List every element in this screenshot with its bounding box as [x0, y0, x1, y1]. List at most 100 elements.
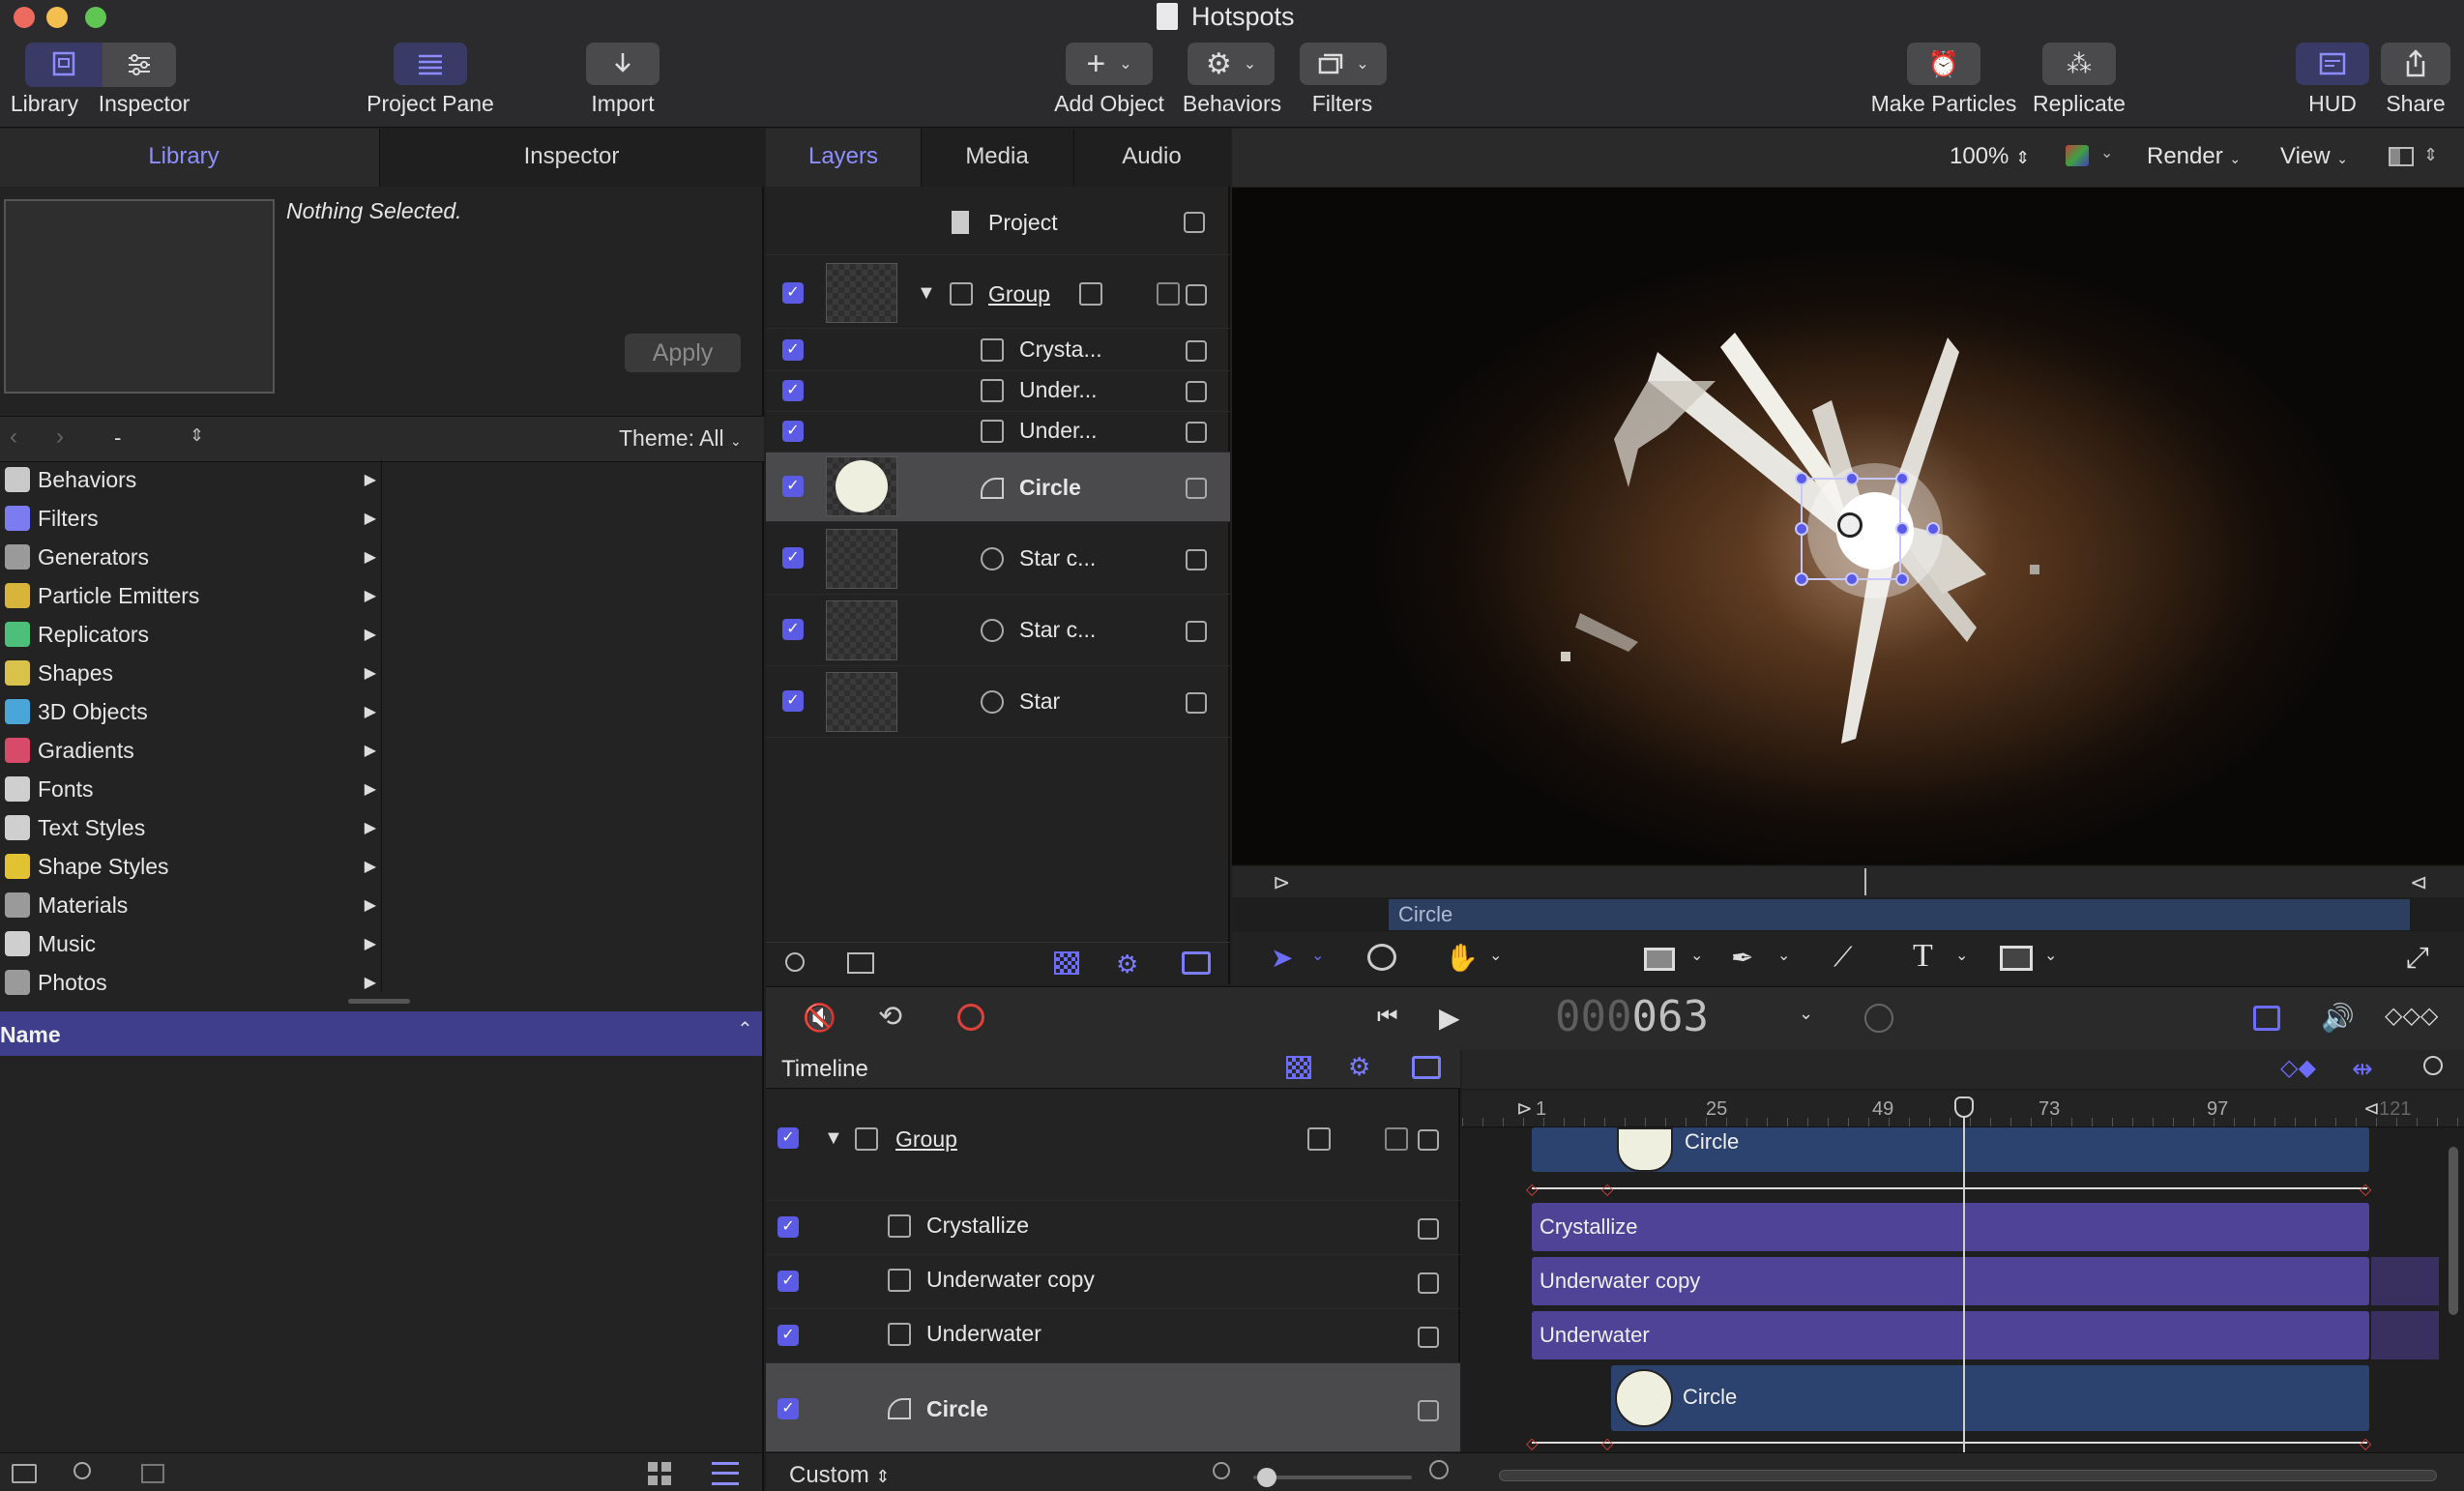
disclosure-triangle-icon[interactable]: ▼ — [824, 1127, 843, 1150]
timing-icon[interactable] — [1864, 1004, 1893, 1033]
layer-checkbox[interactable]: ✓ — [782, 690, 804, 712]
preview-toggle-icon[interactable] — [141, 1464, 164, 1483]
hud-button[interactable] — [2296, 43, 2369, 85]
new-folder-icon[interactable] — [12, 1464, 37, 1483]
close-window-button[interactable] — [14, 7, 35, 28]
grid-view-icon[interactable] — [648, 1462, 673, 1487]
show-behaviors-icon[interactable]: ⚙ — [1116, 950, 1138, 979]
project-pane-button[interactable] — [394, 43, 467, 85]
library-category-item[interactable]: Materials ▶ — [0, 886, 382, 924]
add-object-button[interactable]: + ⌄ — [1066, 43, 1153, 85]
color-channels-icon[interactable] — [2066, 145, 2089, 166]
keyframe-nav-icon[interactable]: ◇◆ — [2280, 1054, 2316, 1082]
timeline-row[interactable] — [766, 1201, 1460, 1255]
selection-handle[interactable] — [1845, 472, 1859, 485]
zoom-window-button[interactable] — [85, 7, 106, 28]
keyframe-marker-icon[interactable]: ◇ — [2360, 1180, 2371, 1199]
lock-icon[interactable] — [1418, 1129, 1439, 1151]
selection-handle[interactable] — [1895, 572, 1909, 586]
zoom-slider-knob[interactable] — [1257, 1468, 1276, 1487]
library-category-item[interactable]: Shape Styles ▶ — [0, 847, 382, 886]
list-view-icon[interactable] — [712, 1462, 739, 1485]
lock-icon[interactable] — [1418, 1400, 1439, 1421]
split-handle[interactable] — [348, 999, 410, 1004]
select-arrow-icon[interactable]: ➤ — [1271, 942, 1293, 974]
share-button[interactable] — [2381, 43, 2450, 85]
library-category-item[interactable]: Particle Emitters ▶ — [0, 576, 382, 615]
pan-hand-icon[interactable]: ✋ — [1445, 942, 1479, 974]
show-filters-icon[interactable] — [1182, 951, 1211, 975]
layer-checkbox[interactable]: ✓ — [782, 421, 804, 442]
mini-playhead[interactable] — [1864, 868, 1866, 895]
import-button[interactable] — [586, 43, 660, 85]
show-filters-icon[interactable] — [1412, 1056, 1441, 1079]
zoom-icon[interactable] — [2423, 1056, 2443, 1075]
layer-checkbox[interactable]: ✓ — [782, 339, 804, 361]
timeline-row-selected[interactable] — [766, 1363, 1460, 1452]
timecode-display[interactable]: 000063 — [1555, 992, 1709, 1041]
layer-checkbox[interactable]: ✓ — [777, 1127, 799, 1149]
selection-handle[interactable] — [1895, 522, 1909, 536]
ruler-out-marker-icon[interactable]: ⊲ — [2363, 1096, 2380, 1121]
lock-icon[interactable] — [1186, 549, 1207, 570]
layer-preview-icon[interactable] — [847, 952, 874, 974]
lock-icon[interactable] — [1186, 284, 1207, 306]
lock-icon[interactable] — [1186, 478, 1207, 499]
bezier-pen-icon[interactable]: ✒ — [1731, 942, 1753, 974]
timeline-row[interactable] — [766, 1309, 1460, 1363]
disclosure-triangle-icon[interactable]: ▼ — [917, 282, 936, 305]
layer-checkbox[interactable]: ✓ — [782, 282, 804, 304]
keyframe-editor-icon[interactable]: ◇◇◇ — [2385, 1002, 2438, 1030]
keyframe-marker-icon[interactable]: ◇ — [1601, 1180, 1613, 1199]
keyframe-marker-icon[interactable]: ◇ — [1526, 1180, 1538, 1199]
timeline-bar-filter[interactable]: Crystallize — [1532, 1203, 2369, 1251]
keyframe-marker-icon[interactable]: ◇ — [2360, 1434, 2371, 1453]
layer-checkbox[interactable]: ✓ — [777, 1398, 799, 1419]
forward-arrow-icon[interactable]: › — [56, 424, 64, 451]
library-category-item[interactable]: 3D Objects ▶ — [0, 692, 382, 731]
replicate-button[interactable]: ⁂ — [2042, 43, 2116, 85]
library-category-item[interactable]: Filters ▶ — [0, 499, 382, 538]
text-tool-icon[interactable]: T — [1913, 938, 1933, 975]
library-category-item[interactable]: Text Styles ▶ — [0, 808, 382, 847]
lock-icon[interactable] — [1186, 621, 1207, 642]
play-range-out-icon[interactable]: ⊲ — [2410, 870, 2427, 895]
lock-icon[interactable] — [1186, 422, 1207, 443]
timeline-row[interactable] — [766, 1255, 1460, 1309]
go-to-start-icon[interactable]: ⏮ — [1377, 1004, 1398, 1031]
show-masks-icon[interactable] — [1054, 951, 1079, 975]
search-icon[interactable] — [73, 1462, 91, 1479]
theme-popup[interactable]: Theme: All ⌄ — [619, 425, 742, 452]
mute-audio-icon[interactable]: 🔇 — [803, 1002, 836, 1034]
layer-checkbox[interactable]: ✓ — [777, 1216, 799, 1238]
layout-icon[interactable] — [2389, 147, 2414, 166]
expand-view-icon[interactable]: ⤢ — [2406, 942, 2429, 975]
show-masks-icon[interactable] — [1286, 1056, 1311, 1079]
lock-icon[interactable] — [1186, 692, 1207, 714]
loop-icon[interactable]: ⟲ — [878, 1000, 902, 1034]
timeline-group-label[interactable]: Group — [895, 1126, 957, 1153]
custom-popup[interactable]: Custom ⇕ — [789, 1462, 890, 1489]
isolate-icon[interactable] — [1385, 1127, 1408, 1151]
lock-icon[interactable] — [1418, 1272, 1439, 1294]
play-icon[interactable]: ▶ — [1439, 1002, 1460, 1034]
timeline-bar-filter[interactable]: Underwater copy — [1532, 1257, 2369, 1305]
zoom-out-icon[interactable] — [1213, 1462, 1230, 1479]
name-column-header[interactable] — [0, 1011, 762, 1056]
minimize-window-button[interactable] — [46, 7, 68, 28]
rotation-handle[interactable] — [1926, 522, 1940, 536]
layer-group-label[interactable]: Group — [988, 281, 1050, 307]
3d-transform-icon[interactable] — [1367, 944, 1396, 971]
lock-icon[interactable] — [1418, 1218, 1439, 1240]
library-category-item[interactable]: Photos ▶ — [0, 963, 382, 1002]
timeline-toggle-icon[interactable] — [2253, 1006, 2280, 1031]
selection-handle[interactable] — [1795, 522, 1808, 536]
zoom-slider-track[interactable] — [1253, 1476, 1412, 1479]
playhead-line[interactable] — [1963, 1098, 1965, 1452]
back-arrow-icon[interactable]: ‹ — [10, 424, 17, 451]
library-category-item[interactable]: Music ▶ — [0, 924, 382, 963]
selection-handle[interactable] — [1845, 572, 1859, 586]
vertical-scrollbar[interactable] — [2449, 1147, 2458, 1315]
snapping-icon[interactable]: ⇹ — [2352, 1054, 2373, 1084]
timeline-bar-filter[interactable]: Underwater — [1532, 1311, 2369, 1359]
